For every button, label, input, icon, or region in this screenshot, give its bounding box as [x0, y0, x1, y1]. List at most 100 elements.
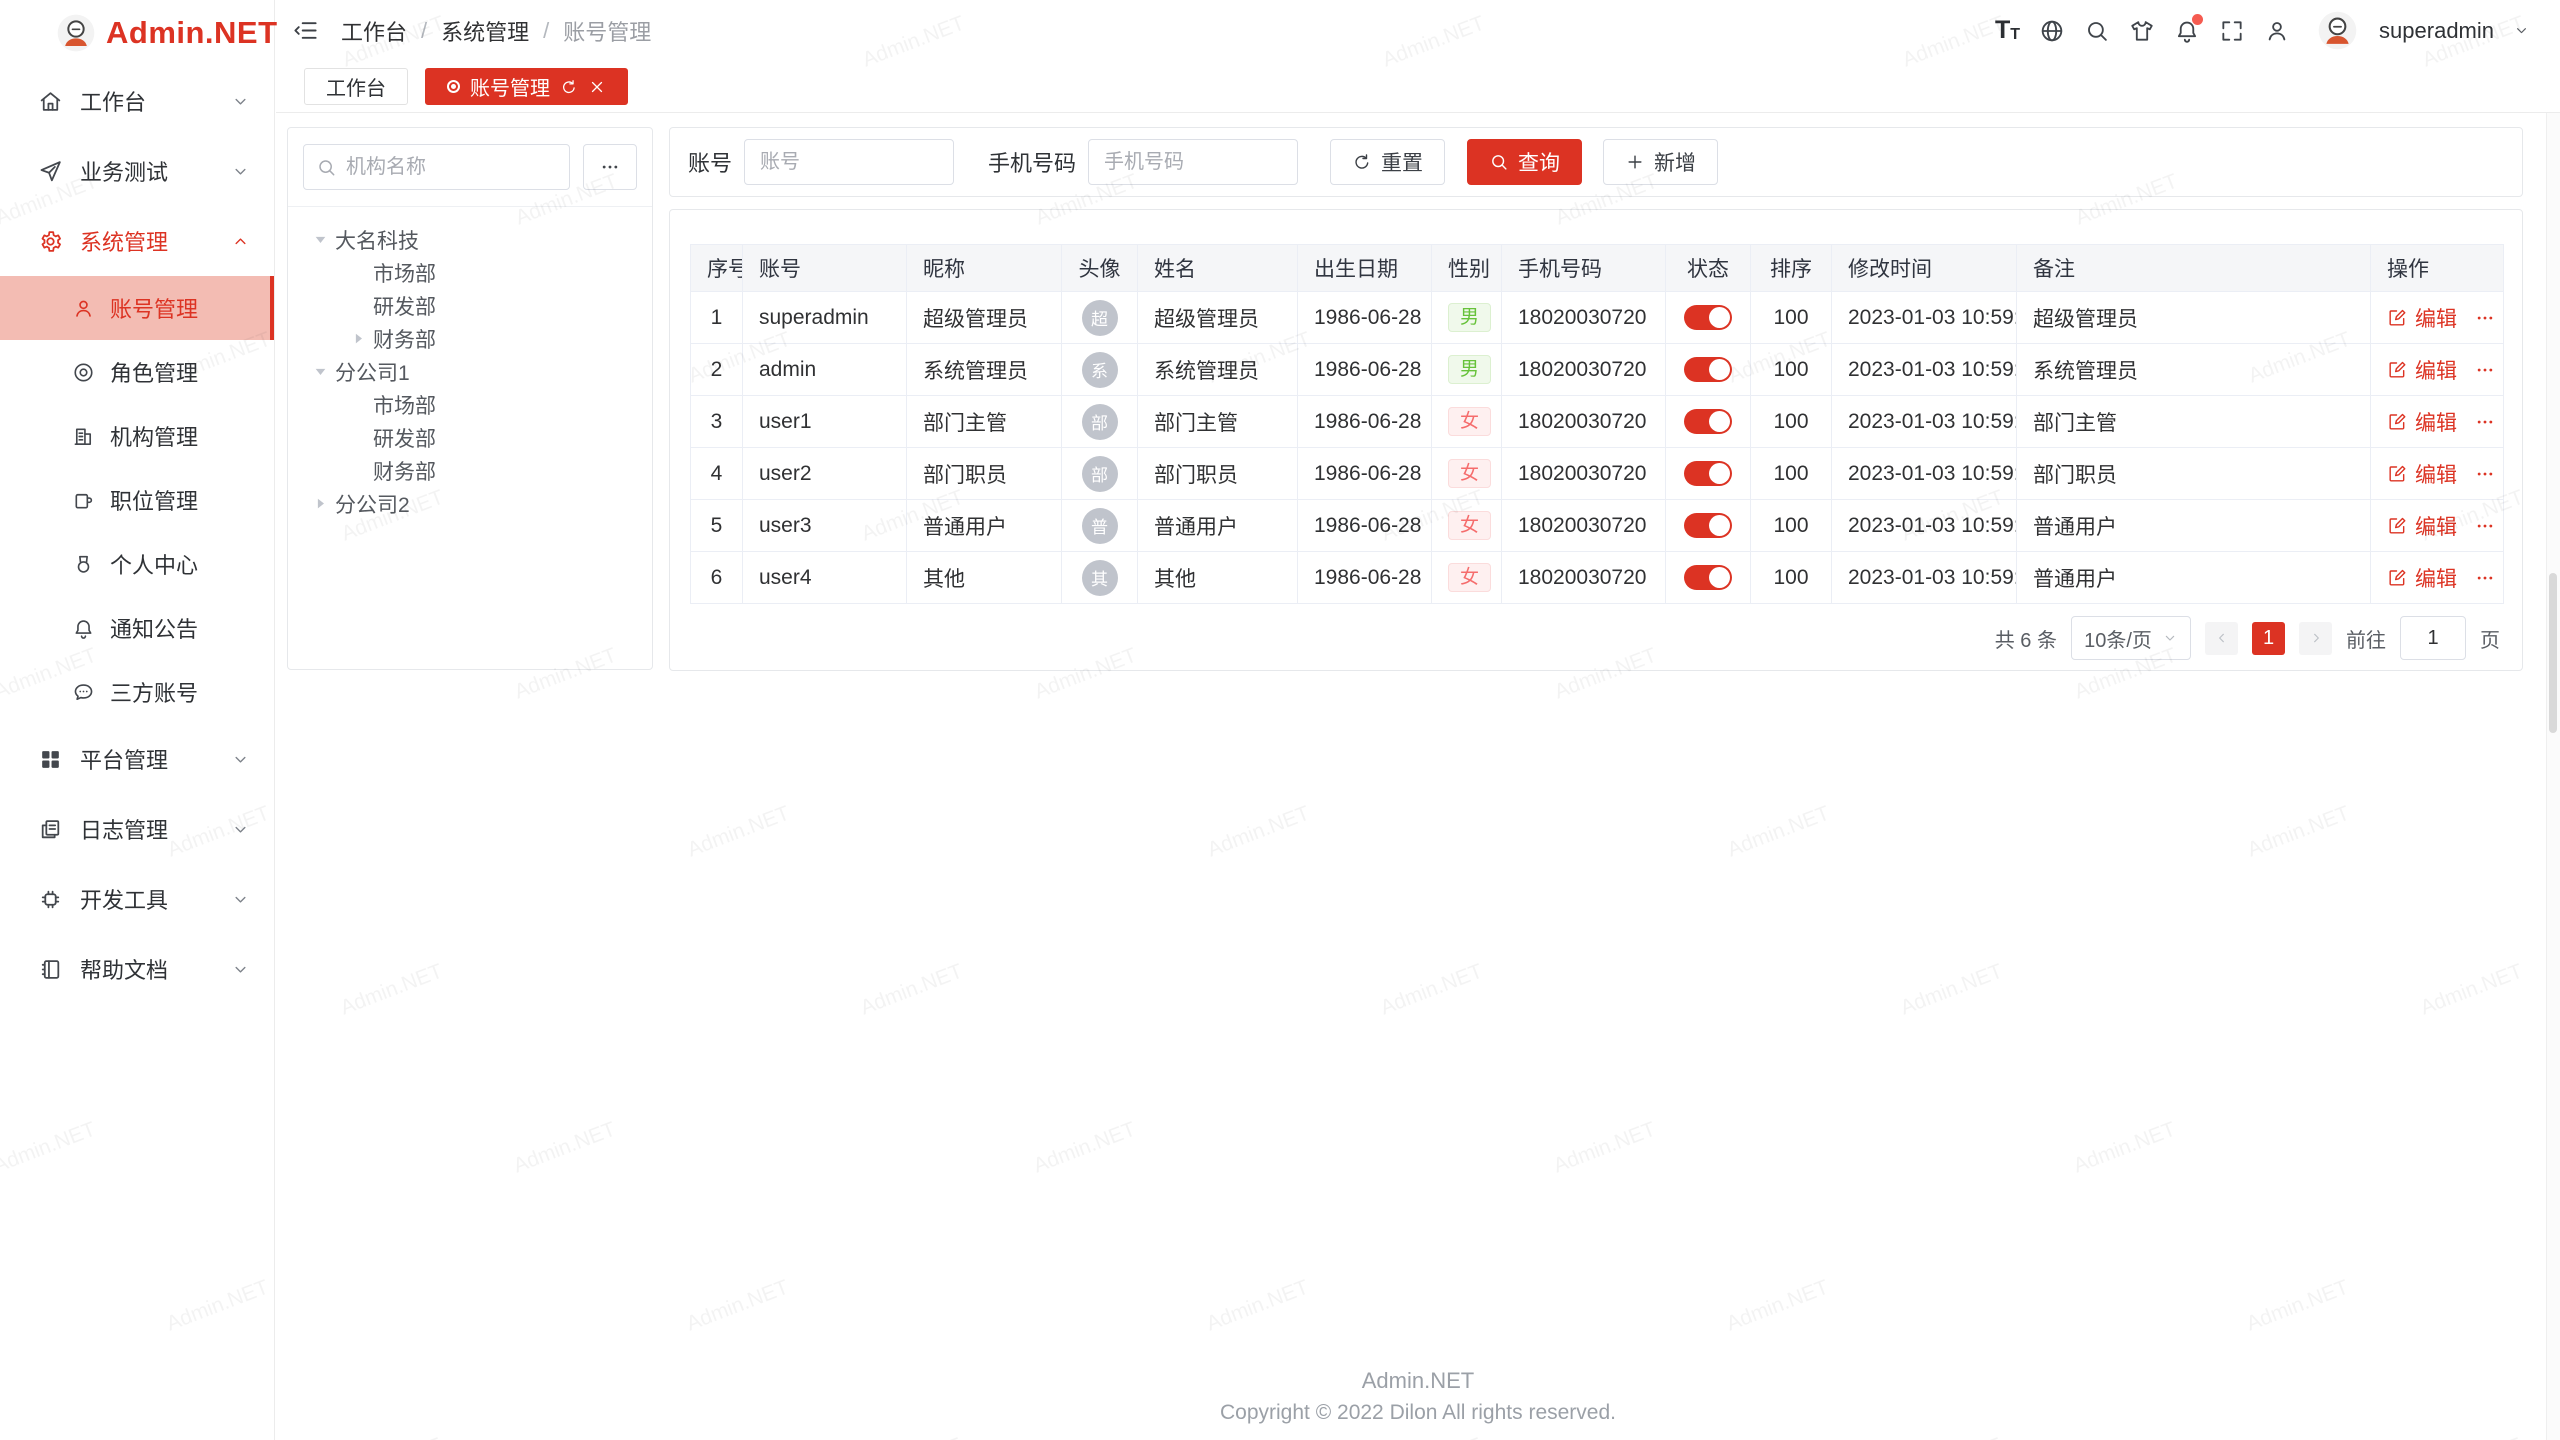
- sidebar-item-log-mgmt[interactable]: 日志管理: [0, 794, 274, 864]
- sidebar-item-dev-tools[interactable]: 开发工具: [0, 864, 274, 934]
- caret-right-icon[interactable]: [310, 493, 331, 514]
- page-number-1[interactable]: 1: [2252, 622, 2285, 655]
- birthdate-cell: 1986-06-28: [1298, 552, 1432, 604]
- sidebar-menu: 工作台业务测试系统管理账号管理角色管理机构管理职位管理个人中心通知公告三方账号平…: [0, 66, 274, 1004]
- more-actions-icon[interactable]: [2475, 568, 2495, 588]
- more-actions-icon[interactable]: [2475, 360, 2495, 380]
- scrollbar-thumb[interactable]: [2549, 573, 2557, 733]
- tree-node-label: 分公司2: [335, 489, 410, 519]
- caret-right-icon[interactable]: [348, 328, 369, 349]
- username[interactable]: superadmin: [2379, 18, 2494, 44]
- gender-badge: 男: [1448, 355, 1491, 384]
- sidebar-item-org-mgmt[interactable]: 机构管理: [0, 404, 274, 468]
- status-toggle[interactable]: [1684, 513, 1732, 538]
- status-toggle[interactable]: [1684, 409, 1732, 434]
- tree-node[interactable]: 分公司2: [296, 487, 644, 520]
- edit-button[interactable]: 编辑: [2415, 511, 2457, 541]
- phone-cell: 18020030720: [1502, 552, 1666, 604]
- sidebar-item-notice[interactable]: 通知公告: [0, 596, 274, 660]
- tab-close-icon[interactable]: [588, 78, 606, 96]
- gender-cell: 女: [1432, 396, 1502, 448]
- tree-node[interactable]: 研发部: [296, 289, 644, 322]
- tree-node-label: 研发部: [373, 291, 436, 321]
- status-toggle[interactable]: [1684, 305, 1732, 330]
- tree-node[interactable]: 市场部: [296, 256, 644, 289]
- tree-node[interactable]: 市场部: [296, 388, 644, 421]
- fullscreen-icon[interactable]: [2219, 18, 2245, 44]
- chevron-down-icon: [2162, 630, 2178, 646]
- chevron-left-icon: [2214, 630, 2230, 646]
- sidebar-item-position-mgmt[interactable]: 职位管理: [0, 468, 274, 532]
- reset-button[interactable]: 重置: [1330, 139, 1445, 185]
- profile-icon[interactable]: [2264, 18, 2290, 44]
- goto-page-input[interactable]: [2400, 616, 2466, 660]
- more-actions-icon[interactable]: [2475, 464, 2495, 484]
- accounts-table: 序号账号昵称头像姓名出生日期性别手机号码状态排序修改时间备注操作 1supera…: [690, 244, 2504, 604]
- prev-page-button[interactable]: [2205, 622, 2238, 655]
- page-size-select[interactable]: 10条/页: [2071, 616, 2191, 660]
- status-cell: [1666, 396, 1751, 448]
- tree-node[interactable]: 分公司1: [296, 355, 644, 388]
- avatar-cell: 部: [1062, 448, 1138, 500]
- caret-down-icon[interactable]: [310, 361, 331, 382]
- edit-button[interactable]: 编辑: [2415, 355, 2457, 385]
- row-actions: 编辑: [2387, 355, 2487, 385]
- tab-workbench[interactable]: 工作台: [304, 68, 408, 105]
- notification-bell-icon[interactable]: [2174, 18, 2200, 44]
- theme-icon[interactable]: [2129, 18, 2155, 44]
- tree-node[interactable]: 大名科技: [296, 223, 644, 256]
- sidebar-item-business-test[interactable]: 业务测试: [0, 136, 274, 206]
- more-actions-icon[interactable]: [2475, 308, 2495, 328]
- sidebar-item-third-party-account[interactable]: 三方账号: [0, 660, 274, 724]
- tab-account-mgmt[interactable]: 账号管理: [425, 68, 628, 105]
- tab-refresh-icon[interactable]: [560, 78, 578, 96]
- menu-fold-icon[interactable]: [292, 17, 319, 44]
- sidebar-item-profile-center[interactable]: 个人中心: [0, 532, 274, 596]
- footer-copyright: Copyright © 2022 Dilon All rights reserv…: [276, 1401, 2560, 1425]
- more-actions-icon[interactable]: [2475, 516, 2495, 536]
- edit-button[interactable]: 编辑: [2415, 459, 2457, 489]
- edit-icon: [2387, 516, 2407, 536]
- sidebar-item-help-docs[interactable]: 帮助文档: [0, 934, 274, 1004]
- table-row: 1superadmin超级管理员超超级管理员1986-06-28男1802003…: [691, 292, 2504, 344]
- column-header: 姓名: [1138, 245, 1298, 292]
- org-tree-panel: 大名科技市场部研发部财务部分公司1市场部研发部财务部分公司2: [287, 127, 653, 670]
- org-more-button[interactable]: [583, 144, 637, 190]
- edit-icon: [2387, 360, 2407, 380]
- org-search-input[interactable]: [346, 156, 557, 179]
- sidebar-item-workbench[interactable]: 工作台: [0, 66, 274, 136]
- edit-button[interactable]: 编辑: [2415, 407, 2457, 437]
- edit-button[interactable]: 编辑: [2415, 303, 2457, 333]
- nickname-cell: 系统管理员: [907, 344, 1062, 396]
- tree-node[interactable]: 研发部: [296, 421, 644, 454]
- accounts-table-card: 序号账号昵称头像姓名出生日期性别手机号码状态排序修改时间备注操作 1supera…: [669, 209, 2523, 671]
- sidebar-item-system-mgmt[interactable]: 系统管理: [0, 206, 274, 276]
- search-icon[interactable]: [2084, 18, 2110, 44]
- phone-input[interactable]: [1088, 139, 1298, 185]
- name-cell: 超级管理员: [1138, 292, 1298, 344]
- edit-icon: [2387, 464, 2407, 484]
- add-button[interactable]: 新增: [1603, 139, 1718, 185]
- language-icon[interactable]: [2039, 18, 2065, 44]
- status-toggle[interactable]: [1684, 565, 1732, 590]
- sidebar-item-platform-mgmt[interactable]: 平台管理: [0, 724, 274, 794]
- sidebar-item-account-mgmt[interactable]: 账号管理: [0, 276, 274, 340]
- more-actions-icon[interactable]: [2475, 412, 2495, 432]
- breadcrumb-item[interactable]: 工作台: [341, 15, 407, 47]
- sidebar-item-role-mgmt[interactable]: 角色管理: [0, 340, 274, 404]
- status-toggle[interactable]: [1684, 461, 1732, 486]
- query-button[interactable]: 查询: [1467, 139, 1582, 185]
- account-input[interactable]: [744, 139, 954, 185]
- tree-node[interactable]: 财务部: [296, 454, 644, 487]
- bell-icon: [72, 617, 95, 640]
- caret-down-icon[interactable]: [310, 229, 331, 250]
- next-page-button[interactable]: [2299, 622, 2332, 655]
- status-toggle[interactable]: [1684, 357, 1732, 382]
- tree-node[interactable]: 财务部: [296, 322, 644, 355]
- scrollbar-track[interactable]: [2546, 113, 2560, 1440]
- column-header: 排序: [1751, 245, 1832, 292]
- remark-cell: 超级管理员: [2017, 292, 2371, 344]
- edit-button[interactable]: 编辑: [2415, 563, 2457, 593]
- font-size-icon[interactable]: TT: [1995, 18, 2020, 43]
- breadcrumb-item[interactable]: 系统管理: [441, 15, 529, 47]
